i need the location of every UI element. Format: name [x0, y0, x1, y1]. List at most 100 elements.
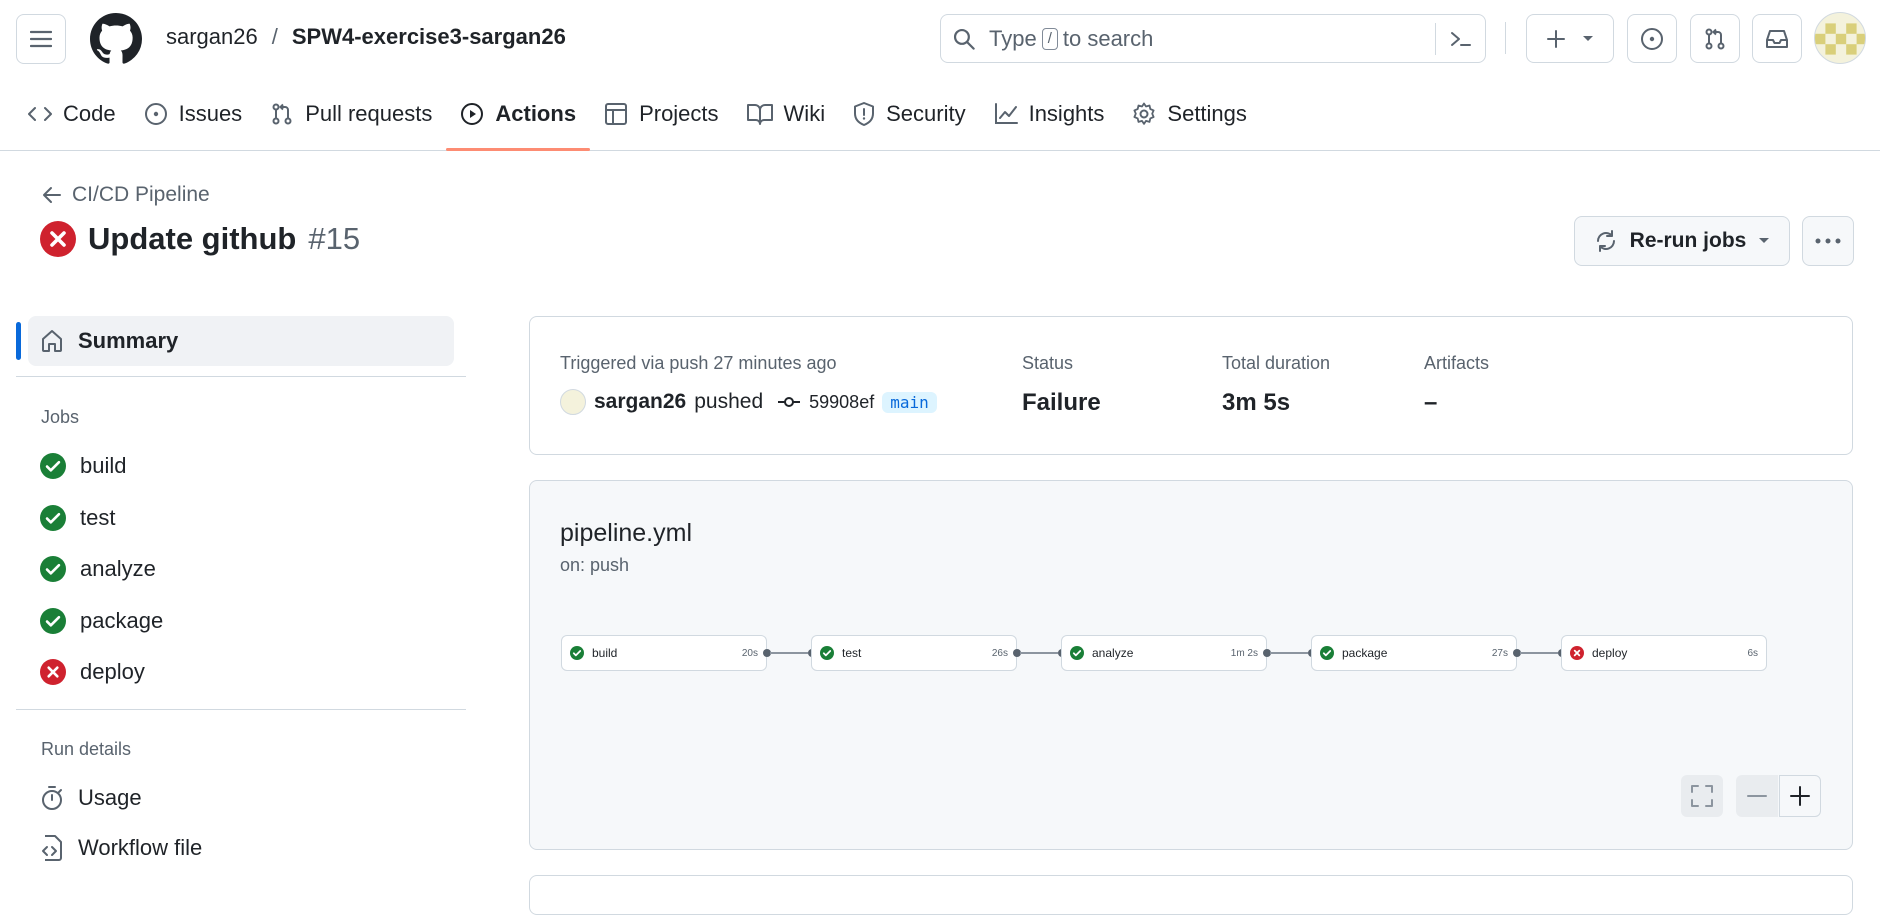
- x-circle-fill-icon: [40, 221, 76, 257]
- node-duration: 27s: [1491, 647, 1508, 659]
- duration-label: Total duration: [1222, 353, 1331, 373]
- caret-down-icon: [1583, 35, 1593, 41]
- job-name: package: [80, 608, 164, 633]
- arrow-left-icon: [43, 187, 61, 203]
- more-options-button[interactable]: [1802, 216, 1854, 266]
- sidebar-item-usage[interactable]: Usage: [40, 785, 142, 811]
- repo-tabs: Code Issues Pull requests Actions Projec…: [14, 88, 1261, 151]
- tab-label: Code: [63, 101, 116, 126]
- node-duration: 6s: [1747, 647, 1758, 659]
- tab-insights[interactable]: Insights: [980, 88, 1119, 140]
- status-label: Status: [1022, 353, 1074, 373]
- run-summary-card: Triggered via push 27 minutes ago sargan…: [529, 316, 1853, 455]
- node-duration: 1m 2s: [1230, 647, 1258, 659]
- user-avatar[interactable]: [1814, 12, 1866, 64]
- github-logo-icon[interactable]: [90, 13, 142, 65]
- duration-value: 3m 5s: [1222, 389, 1291, 416]
- sidebar-item-summary[interactable]: Summary: [16, 316, 454, 366]
- search-placeholder-prefix: Type: [989, 25, 1037, 51]
- check-circle-fill-icon: [40, 608, 66, 634]
- graph-node-build[interactable]: build 20s: [561, 635, 767, 671]
- command-palette-button[interactable]: [1435, 23, 1485, 55]
- check-circle-fill-icon: [820, 646, 834, 660]
- sidebar-job-deploy[interactable]: deploy: [40, 659, 145, 685]
- job-name: deploy: [80, 659, 145, 684]
- file-code-icon: [42, 835, 62, 861]
- pull-request-icon: [1705, 28, 1725, 49]
- sidebar-job-package[interactable]: package: [40, 608, 163, 634]
- graph-node-deploy[interactable]: deploy 6s: [1561, 635, 1767, 671]
- workflow-trigger: on: push: [560, 555, 630, 575]
- tab-label: Projects: [639, 101, 719, 126]
- search-icon: [953, 28, 975, 50]
- identicon-icon: [1815, 23, 1865, 55]
- status-value: Failure: [1022, 389, 1101, 416]
- fullscreen-button[interactable]: [1681, 775, 1723, 817]
- graph-node-test[interactable]: test 26s: [811, 635, 1017, 671]
- job-name: analyze: [80, 556, 156, 581]
- create-new-button[interactable]: [1526, 14, 1614, 63]
- tab-label: Settings: [1167, 101, 1247, 126]
- shield-icon: [854, 102, 875, 126]
- annotations-card: [529, 875, 1853, 915]
- run-number: #15: [308, 221, 361, 256]
- zoom-in-button[interactable]: [1779, 775, 1821, 817]
- zoom-out-button[interactable]: [1736, 775, 1778, 817]
- page-title: Update github #15: [40, 221, 360, 257]
- repo-owner-link[interactable]: sargan26: [166, 24, 258, 50]
- back-to-workflow-link[interactable]: CI/CD Pipeline: [42, 183, 210, 207]
- plus-icon: [1547, 29, 1565, 48]
- plus-icon: [1790, 786, 1810, 806]
- actor-avatar[interactable]: [560, 389, 586, 415]
- tab-label: Actions: [495, 101, 577, 126]
- tab-label: Issues: [178, 101, 243, 126]
- sidebar-item-workflow-file[interactable]: Workflow file: [40, 835, 202, 861]
- workflow-graph-card: pipeline.yml on: push build 20s test 26s…: [529, 480, 1853, 850]
- search-shortcut-key: /: [1041, 27, 1058, 50]
- sidebar-divider: [16, 709, 466, 710]
- connector-line: [770, 652, 808, 654]
- sidebar-job-analyze[interactable]: analyze: [40, 556, 156, 582]
- repo-name-link[interactable]: SPW4-exercise3-sargan26: [292, 24, 566, 50]
- breadcrumb: sargan26 / SPW4-exercise3-sargan26: [166, 24, 566, 50]
- node-name: analyze: [1092, 646, 1134, 660]
- connector-line: [1270, 652, 1308, 654]
- node-name: package: [1342, 646, 1388, 660]
- hamburger-icon: [30, 30, 52, 48]
- tab-code[interactable]: Code: [14, 88, 130, 140]
- global-header: sargan26 / SPW4-exercise3-sargan26 Type …: [0, 0, 1880, 151]
- check-circle-fill-icon: [40, 453, 66, 479]
- graph-node-analyze[interactable]: analyze 1m 2s: [1061, 635, 1267, 671]
- tab-actions[interactable]: Actions: [446, 88, 590, 151]
- pull-requests-button[interactable]: [1690, 14, 1740, 63]
- kebab-horizontal-icon: [1815, 238, 1841, 244]
- search-input[interactable]: Type / to search: [940, 14, 1486, 63]
- inbox-button[interactable]: [1752, 14, 1802, 63]
- tab-label: Wiki: [783, 101, 826, 126]
- sidebar-job-test[interactable]: test: [40, 505, 115, 531]
- actor-link[interactable]: sargan26: [594, 390, 686, 414]
- branch-label[interactable]: main: [882, 391, 937, 413]
- node-name: test: [842, 646, 862, 660]
- sidebar-job-build[interactable]: build: [40, 453, 126, 479]
- node-duration: 26s: [991, 647, 1008, 659]
- issue-icon: [144, 103, 167, 125]
- tab-wiki[interactable]: Wiki: [733, 88, 840, 140]
- run-details-heading: Run details: [41, 739, 132, 759]
- graph-node-package[interactable]: package 27s: [1311, 635, 1517, 671]
- tab-pull-requests[interactable]: Pull requests: [256, 88, 446, 140]
- tab-projects[interactable]: Projects: [590, 88, 732, 140]
- rerun-jobs-button[interactable]: Re-run jobs: [1574, 216, 1790, 266]
- connector-line: [1520, 652, 1558, 654]
- fullscreen-icon: [1691, 785, 1713, 807]
- tab-settings[interactable]: Settings: [1118, 88, 1261, 140]
- tab-security[interactable]: Security: [839, 88, 979, 140]
- graph-icon: [994, 103, 1018, 124]
- menu-button[interactable]: [16, 14, 66, 64]
- x-circle-fill-icon: [1570, 646, 1584, 660]
- issues-button[interactable]: [1627, 14, 1677, 63]
- caret-down-icon: [1759, 238, 1770, 243]
- commit-link[interactable]: 59908ef: [809, 392, 874, 413]
- stopwatch-icon: [42, 786, 62, 810]
- tab-issues[interactable]: Issues: [130, 88, 257, 140]
